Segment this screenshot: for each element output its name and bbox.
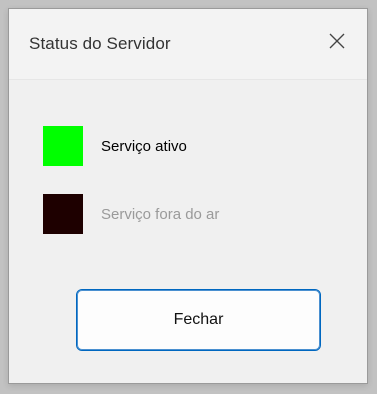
- inactive-status-label: Serviço fora do ar: [101, 205, 220, 223]
- close-icon: [328, 32, 346, 55]
- inactive-status-swatch: [43, 194, 83, 234]
- active-status-swatch: [43, 126, 83, 166]
- title-bar: Status do Servidor: [9, 9, 367, 80]
- legend-item-active: Serviço ativo: [43, 126, 187, 166]
- legend-item-inactive: Serviço fora do ar: [43, 194, 219, 234]
- close-button[interactable]: [323, 29, 351, 57]
- close-dialog-button[interactable]: Fechar: [76, 289, 321, 351]
- screen-background: Status do Servidor Serviço ativo Serviço…: [0, 0, 377, 394]
- active-status-label: Serviço ativo: [101, 137, 187, 155]
- dialog-title: Status do Servidor: [29, 34, 171, 53]
- status-dialog: Status do Servidor Serviço ativo Serviço…: [8, 8, 368, 384]
- dialog-content: Serviço ativo Serviço fora do ar Fechar: [9, 80, 367, 383]
